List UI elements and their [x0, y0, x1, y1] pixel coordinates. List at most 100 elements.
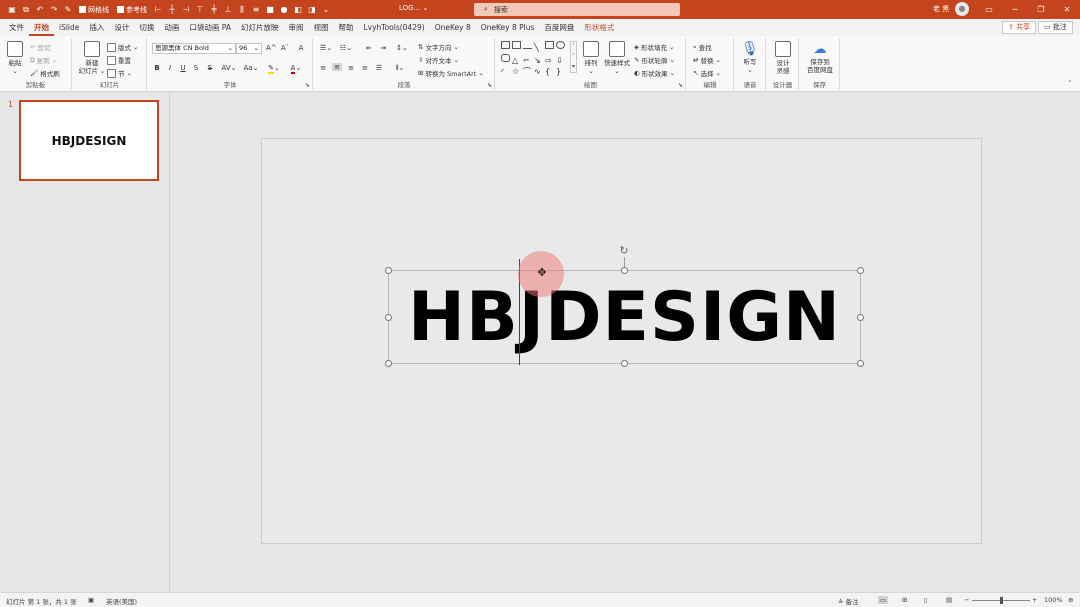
bullets-button[interactable]: ☰⌄: [318, 44, 334, 52]
shrink-font-button[interactable]: Aˇ: [280, 44, 290, 52]
dialog-launcher-icon[interactable]: ⬊: [678, 82, 683, 89]
justify-button[interactable]: ≡: [360, 64, 370, 72]
shape-line-icon[interactable]: [523, 48, 532, 49]
shape-square-icon[interactable]: ■: [264, 4, 276, 16]
collapse-ribbon-icon[interactable]: ˄: [1068, 80, 1072, 88]
resize-handle-bottom[interactable]: [621, 360, 628, 367]
tab-help[interactable]: 帮助: [333, 19, 358, 36]
tab-shape-format[interactable]: 形状格式: [579, 19, 619, 36]
tab-baidu-netdisk[interactable]: 百度网盘: [539, 19, 579, 36]
design-ideas-button[interactable]: 设计 灵感: [770, 41, 796, 75]
columns-button[interactable]: ⫴⌄: [392, 64, 408, 73]
shape-effects-button[interactable]: ◐ 形状效果 ⌄: [634, 68, 675, 78]
shape-freeform-icon[interactable]: ◜: [501, 67, 510, 76]
find-button[interactable]: ⌕ 查找: [693, 42, 712, 53]
tab-onekey8plus[interactable]: OneKey 8 Plus: [476, 19, 540, 36]
undo-icon[interactable]: ↶: [34, 4, 46, 16]
align-bottom-icon[interactable]: ⊥: [222, 4, 234, 16]
slide-title-text[interactable]: HBJDESIGN: [389, 271, 860, 363]
select-button[interactable]: ↖ 选择 ⌄: [693, 68, 721, 78]
rotate-handle-icon[interactable]: ↻: [618, 245, 630, 257]
shape-brace-left-icon[interactable]: {: [545, 67, 554, 76]
align-right-button[interactable]: ≡: [346, 64, 356, 72]
brush-icon[interactable]: ✎: [62, 4, 74, 16]
dialog-launcher-icon[interactable]: ⬊: [305, 82, 310, 89]
align-left-button[interactable]: ≡: [318, 64, 328, 72]
dictate-button[interactable]: 🎙 听写 ⌄: [738, 41, 762, 74]
section-button[interactable]: 节 ⌄: [107, 68, 132, 78]
change-case-button[interactable]: Aa⌄: [242, 64, 260, 72]
autosave-icon[interactable]: ▣: [6, 4, 18, 16]
slide-thumbnail[interactable]: HBJDESIGN: [19, 100, 159, 181]
grow-font-button[interactable]: A^: [266, 44, 277, 52]
guides-checkbox[interactable]: 参考线: [117, 5, 147, 15]
italic-button[interactable]: I: [165, 64, 175, 72]
underline-button[interactable]: U: [178, 64, 188, 72]
shape-elbow-icon[interactable]: ⌐: [523, 56, 532, 65]
align-center-button[interactable]: ≡: [332, 63, 342, 71]
bold-button[interactable]: B: [152, 64, 162, 72]
tab-view[interactable]: 视图: [308, 19, 333, 36]
resize-handle-bottom-right[interactable]: [857, 360, 864, 367]
shape-triangle-icon[interactable]: △: [512, 56, 521, 65]
shape-connector-icon[interactable]: ↘: [534, 56, 543, 65]
align-top-icon[interactable]: ⊤: [194, 4, 206, 16]
search-box[interactable]: ⌕ 搜索: [474, 3, 680, 16]
numbering-button[interactable]: ☷⌄: [338, 44, 354, 52]
user-name[interactable]: 老 黑: [933, 4, 949, 14]
shape-fill-button[interactable]: ◈ 形状填充 ⌄: [634, 42, 674, 52]
tab-file[interactable]: 文件: [4, 19, 29, 36]
comment-button[interactable]: ▭ 批注: [1038, 21, 1073, 34]
shape-down-arrow-icon[interactable]: ⇩: [556, 56, 565, 65]
format-painter-button[interactable]: 🖌 格式刷: [30, 68, 60, 78]
fit-slide-icon[interactable]: ⊕: [1068, 596, 1073, 604]
text-direction-button[interactable]: ⇅ 文字方向 ⌄: [418, 42, 459, 52]
shape-oval-icon[interactable]: [556, 41, 565, 49]
shape-star-icon[interactable]: ☆: [512, 67, 521, 76]
char-spacing-button[interactable]: AV⌄: [220, 64, 238, 72]
spellcheck-icon[interactable]: ▣: [88, 596, 94, 604]
minimize-icon[interactable]: ─: [1002, 0, 1028, 19]
shapes-more-button[interactable]: ˄ ˅ ▾: [570, 41, 577, 73]
distribute-h-icon[interactable]: ⫼: [236, 4, 248, 16]
reset-button[interactable]: 重置: [107, 55, 131, 65]
zoom-slider-thumb[interactable]: [1000, 597, 1003, 604]
tab-transitions[interactable]: 切换: [134, 19, 159, 36]
slide-canvas[interactable]: ↻ HBJDESIGN ✥: [261, 138, 982, 544]
document-title[interactable]: LOG... ⌄: [399, 4, 428, 12]
shape-fragment-icon[interactable]: ◨: [306, 4, 318, 16]
shape-rounded-rect-icon[interactable]: [501, 54, 510, 62]
strikethrough-button[interactable]: S: [205, 64, 215, 72]
language-indicator[interactable]: 英语(美国): [106, 596, 137, 606]
shape-curve-icon[interactable]: ∿: [534, 67, 543, 76]
resize-handle-top-left[interactable]: [385, 267, 392, 274]
decrease-indent-button[interactable]: ⇤: [364, 44, 374, 52]
distribute-v-icon[interactable]: ≡: [250, 4, 262, 16]
tab-islide[interactable]: iSlide: [54, 19, 84, 36]
align-center-icon[interactable]: ┼: [166, 4, 178, 16]
quick-styles-button[interactable]: 快速样式 ⌄: [602, 41, 632, 75]
zoom-in-button[interactable]: +: [1032, 596, 1037, 604]
font-color-button[interactable]: A⌄: [288, 64, 304, 74]
increase-indent-button[interactable]: ⇥: [378, 44, 388, 52]
font-name-select[interactable]: 思源黑体 CN Bold ⌄: [152, 43, 236, 54]
replace-button[interactable]: ⇄ 替换 ⌄: [693, 55, 721, 65]
font-size-select[interactable]: 96 ⌄: [236, 43, 262, 54]
slideshow-button[interactable]: ▤: [946, 596, 952, 604]
shadow-button[interactable]: S: [191, 64, 201, 72]
tab-insert[interactable]: 插入: [84, 19, 109, 36]
gridlines-checkbox[interactable]: 网格线: [79, 5, 109, 15]
tab-design[interactable]: 设计: [109, 19, 134, 36]
clear-format-button[interactable]: A: [296, 44, 306, 52]
shape-right-arrow-icon[interactable]: ⇨: [545, 56, 554, 65]
align-text-button[interactable]: ⇳ 对齐文本 ⌄: [418, 55, 459, 65]
avatar[interactable]: ●: [955, 2, 969, 16]
layout-button[interactable]: 版式 ⌄: [107, 42, 138, 52]
present-icon[interactable]: ⧉: [20, 4, 32, 16]
shape-textbox-v-icon[interactable]: [512, 41, 521, 49]
tab-lvyhtools[interactable]: LvyhTools(0429): [358, 19, 429, 36]
shape-rect-icon[interactable]: [545, 41, 554, 49]
paste-button[interactable]: 粘贴 ⌄: [4, 41, 26, 75]
arrange-button[interactable]: 排列 ⌄: [580, 41, 602, 75]
cut-button[interactable]: ✂ 剪切: [30, 42, 50, 52]
